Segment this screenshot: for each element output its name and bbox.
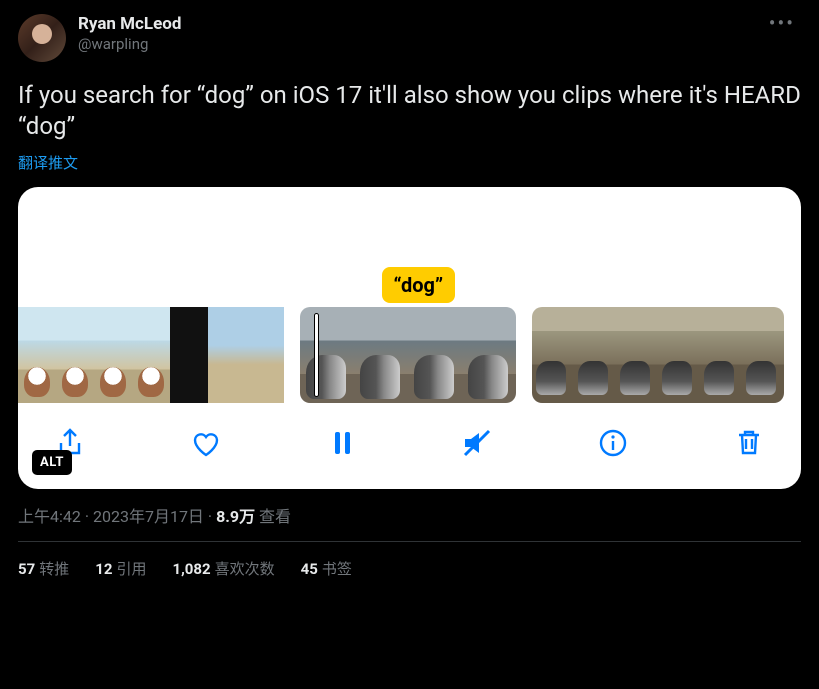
stat-quotes[interactable]: 12引用 [95, 558, 146, 579]
clip-group-3 [532, 307, 784, 403]
author-handle[interactable]: @warpling [78, 34, 181, 54]
media-whitespace: “dog” [18, 187, 801, 307]
stat-likes[interactable]: 1,082喜欢次数 [172, 558, 274, 579]
translate-link[interactable]: 翻译推文 [18, 152, 801, 173]
tweet-meta: 上午4:42 · 2023年7月17日 · 8.9万 查看 [18, 503, 801, 527]
tweet-container: Ryan McLeod @warpling ••• If you search … [0, 0, 819, 579]
author-block: Ryan McLeod @warpling [78, 14, 181, 54]
meta-time[interactable]: 上午4:42 [18, 507, 81, 526]
mute-icon[interactable] [459, 425, 495, 461]
clip-group-2 [300, 307, 516, 403]
stat-retweets[interactable]: 57转推 [18, 558, 69, 579]
pause-icon[interactable] [324, 425, 360, 461]
meta-views-label: 查看 [255, 507, 291, 526]
clip-group-1 [18, 307, 284, 403]
avatar[interactable] [18, 14, 66, 62]
media-card[interactable]: “dog” [18, 187, 801, 489]
stat-bookmarks[interactable]: 45书签 [301, 558, 352, 579]
author-name[interactable]: Ryan McLeod [78, 14, 181, 34]
video-scrubber-strip[interactable] [18, 307, 801, 403]
detected-word-badge: “dog” [382, 267, 456, 303]
alt-badge[interactable]: ALT [32, 450, 72, 475]
media-toolbar [18, 403, 801, 489]
info-icon[interactable] [595, 425, 631, 461]
meta-date[interactable]: 2023年7月17日 [93, 507, 204, 526]
trash-icon[interactable] [731, 425, 767, 461]
playhead-marker[interactable] [314, 313, 319, 397]
stats-row: 57转推 12引用 1,082喜欢次数 45书签 [18, 542, 801, 579]
tweet-header: Ryan McLeod @warpling ••• [18, 14, 801, 62]
heart-icon[interactable] [188, 425, 224, 461]
tweet-text: If you search for “dog” on iOS 17 it'll … [18, 80, 801, 142]
more-icon[interactable]: ••• [763, 14, 801, 32]
meta-views-value[interactable]: 8.9万 [216, 507, 255, 526]
